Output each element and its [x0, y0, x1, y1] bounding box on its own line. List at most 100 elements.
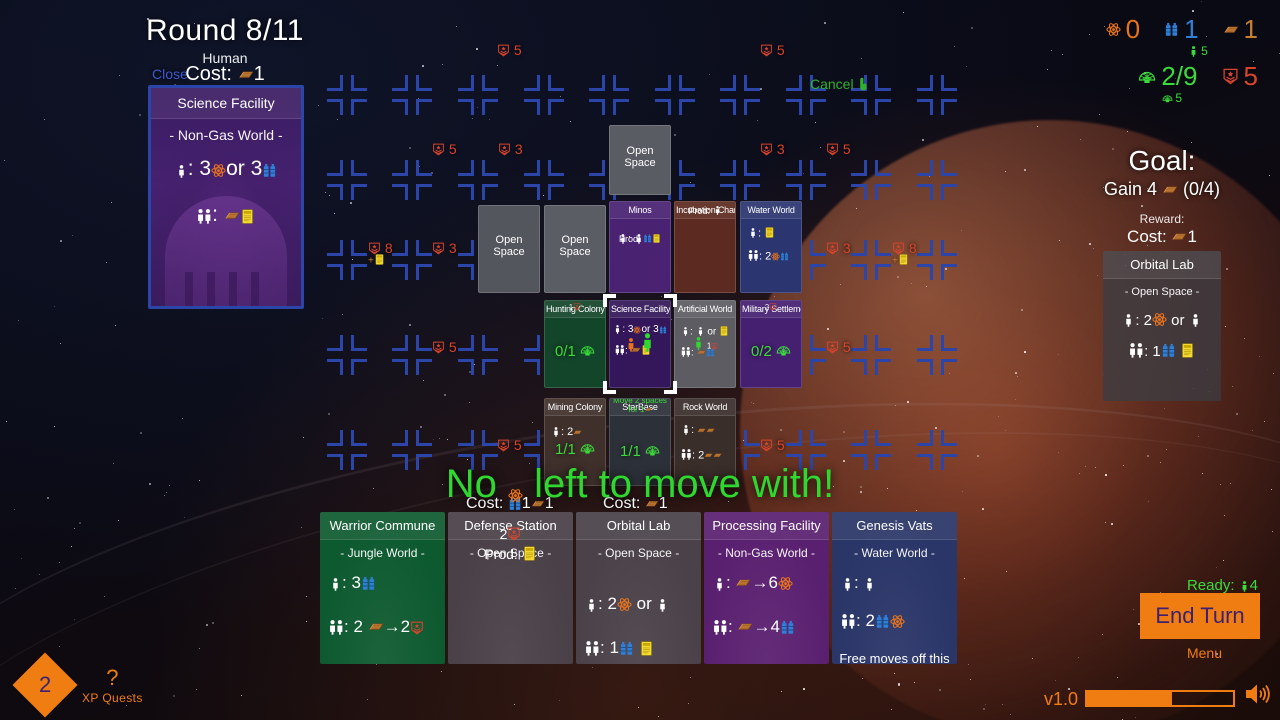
gas-canister-icon [1161, 343, 1176, 358]
tile-effect-2: : 2 [675, 438, 735, 463]
card-effect-line-2: : [151, 185, 301, 231]
tile-name: Open Space [559, 234, 591, 258]
data-tablet-icon [1180, 343, 1195, 359]
tile-note: Move 2 spaces for 1 [613, 398, 667, 414]
board-tile-water-world[interactable]: Water World: : 2 [740, 201, 802, 293]
hand-card-warrior-commune[interactable]: Warrior Commune - Jungle World - : 3 : 2… [320, 512, 445, 664]
board-tile-open-space-top[interactable]: Open Space [609, 125, 671, 195]
ready-value: 4 [1249, 577, 1258, 594]
card-effect-line-1: : →6 [704, 564, 829, 595]
ready-label: Ready: [1186, 577, 1235, 594]
ore-bar-icon [573, 428, 582, 437]
card-effect-line-1: : 3 or 3 [151, 147, 301, 185]
tile-body: Rock World: : 2 [675, 399, 735, 463]
resource-gas[interactable]: 1 5 [1164, 14, 1208, 58]
data-tablet-icon [240, 209, 255, 225]
xp-quests[interactable]: 2 ? XP Quests [12, 652, 143, 718]
tile-name: Minos [610, 202, 670, 219]
board-tile-open-space-b[interactable]: Open Space [544, 205, 606, 293]
ore-bar-icon [713, 451, 722, 460]
sector-threat-badge: 5 [497, 42, 522, 58]
tile-name: Science Facility [610, 301, 670, 318]
card-type: - Jungle World - [340, 546, 425, 560]
population-income: 5 [1162, 91, 1182, 105]
board-tile-hunting-colony[interactable]: Hunting Colony 0/1 1 [544, 300, 606, 388]
cost-value: 1 [253, 63, 265, 85]
double-settler-icon [329, 619, 344, 635]
gas-canister-icon [262, 163, 277, 178]
tile-body: Water World: : 2 [741, 202, 801, 265]
atom-icon [890, 614, 905, 629]
single-settler-icon [841, 577, 854, 591]
hand-card-orbital-lab[interactable]: Orbital Lab - Open Space - : 2 or : 1 [576, 512, 701, 664]
card-defense-value: 2 [448, 526, 573, 542]
sector-threat-badge: 5 [760, 437, 785, 453]
card-name: Orbital Lab [576, 512, 701, 540]
board-tile-science-facility-board[interactable]: Science Facility: 3 or 3 : [609, 300, 671, 388]
tile-body: Military Settlement0/2 2 [741, 301, 801, 360]
xp-level-badge[interactable]: 2 [12, 652, 78, 718]
tile-name: Artificial World [675, 301, 735, 318]
tile-name: Open Space [624, 145, 656, 169]
board-tile-artificial-world[interactable]: Artificial World: or : 1 [674, 300, 736, 388]
tile-body: Science Facility: 3 or 3 : [610, 301, 670, 358]
card-effect-line-2: : 1 [576, 616, 701, 660]
sector-threat-badge: 5 [432, 339, 457, 355]
single-settler-icon [696, 327, 705, 336]
resource-military[interactable]: 5 [1222, 61, 1258, 92]
menu-button[interactable]: Menu [1187, 645, 1222, 661]
double-settler-icon [841, 613, 856, 629]
resource-population[interactable]: 2/9 5 [1138, 61, 1198, 105]
board-tile-incubation-chamber[interactable]: Incubation ChamberProd: [674, 201, 736, 293]
message-suffix: left to move with! [534, 462, 835, 506]
card-effect-line-1: : 2 or [1103, 300, 1221, 331]
single-settler-icon [624, 338, 638, 352]
card-effect-line-2: : 1 [1103, 331, 1221, 362]
ore-bar-icon [1162, 182, 1178, 198]
message-prefix: No [445, 462, 497, 506]
board-tile-open-space-a[interactable]: Open Space [478, 205, 540, 293]
atom-icon [778, 576, 793, 591]
xp-quests-button[interactable]: ? XP Quests [82, 666, 143, 704]
tile-name: Open Space [493, 234, 525, 258]
sector-threat-badge: 3 [760, 141, 785, 157]
speaker-icon[interactable] [1244, 681, 1270, 712]
cancel-button[interactable]: Cancel [810, 76, 871, 92]
single-settler-icon [681, 327, 690, 336]
resource-science[interactable]: 0 [1106, 14, 1140, 45]
goal-reward-cost: Cost: 1 [1062, 227, 1262, 247]
goal-objective-text: Gain 4 [1103, 179, 1157, 199]
hand-card-processing-facility[interactable]: Processing Facility - Non-Gas World - : … [704, 512, 829, 664]
population-value: 2/9 [1161, 61, 1198, 91]
card-effect-line-2: : →4 [704, 595, 829, 639]
goal-reward-label: Reward: [1139, 212, 1185, 226]
board-tile-military-settlement[interactable]: Military Settlement0/2 2 [740, 300, 802, 388]
volume-fill [1087, 692, 1172, 705]
board-tile-minos[interactable]: Minos: Prod: [609, 201, 671, 293]
rank-badge-icon [760, 44, 773, 57]
rank-badge-icon [432, 341, 445, 354]
hand-card-genesis-vats[interactable]: Genesis Vats - Water World - : : 2 Free … [832, 512, 957, 664]
dome-colony-icon [1138, 68, 1156, 86]
atom-icon [1106, 22, 1121, 37]
rank-badge-icon [760, 439, 773, 452]
hand-cursor-icon [857, 77, 871, 91]
single-settler-icon [585, 598, 598, 612]
volume-slider[interactable] [1085, 690, 1235, 707]
resource-ore[interactable]: 1 [1223, 14, 1258, 45]
card-body: Processing Facility - Non-Gas World - : … [704, 512, 829, 639]
sector-threat-badge: 5 [760, 42, 785, 58]
card-name: Science Facility [151, 88, 301, 119]
card-type: - Open Space - [597, 546, 680, 560]
tile-body: Artificial World: or : 1 [675, 301, 735, 361]
goal-cost-label: Cost: [1127, 227, 1167, 246]
hand-card-defense-station[interactable]: Defense Station - Open Space - 2 Prod: [448, 512, 573, 664]
sector-threat-badge: 3 [498, 141, 523, 157]
selected-card-preview[interactable]: Science Facility - Non-Gas World - : 3 or… [148, 85, 304, 309]
end-turn-button[interactable]: End Turn [1140, 593, 1260, 639]
card-body: Orbital Lab - Open Space - : 2 or : 1 [576, 512, 701, 660]
single-settler-icon [175, 165, 188, 179]
goal-reward-card[interactable]: Orbital Lab - Open Space - : 2 or : 1 [1103, 251, 1221, 401]
xp-value: 2 [38, 672, 52, 697]
double-settler-icon [197, 209, 212, 225]
